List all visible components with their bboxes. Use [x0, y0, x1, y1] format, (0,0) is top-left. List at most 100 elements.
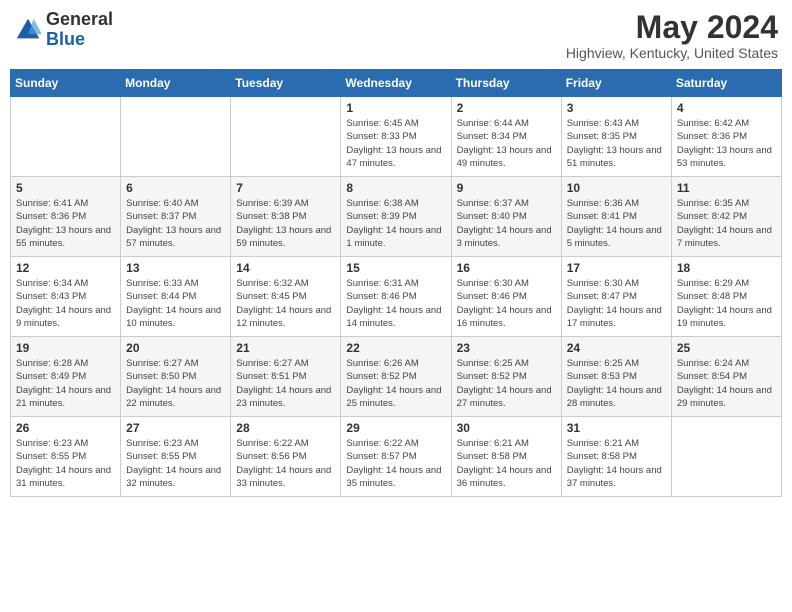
day-number: 21 [236, 341, 335, 355]
calendar-cell: 28 Sunrise: 6:22 AM Sunset: 8:56 PM Dayli… [231, 417, 341, 497]
calendar-cell: 14 Sunrise: 6:32 AM Sunset: 8:45 PM Dayli… [231, 257, 341, 337]
calendar-cell: 22Sunrise: 6:26 AM Sunset: 8:52 PM Dayli… [341, 337, 451, 417]
day-header-sunday: Sunday [11, 70, 121, 97]
day-number: 4 [677, 101, 776, 115]
calendar-cell: 17 Sunrise: 6:30 AM Sunset: 8:47 PM Dayli… [561, 257, 671, 337]
day-number: 5 [16, 181, 115, 195]
day-header-wednesday: Wednesday [341, 70, 451, 97]
day-info: Sunrise: 6:36 AM Sunset: 8:41 PM Dayligh… [567, 197, 666, 250]
day-header-saturday: Saturday [671, 70, 781, 97]
calendar-week-2: 5Sunrise: 6:41 AM Sunset: 8:36 PM Daylig… [11, 177, 782, 257]
day-number: 7 [236, 181, 335, 195]
day-number: 22 [346, 341, 445, 355]
calendar-cell: 5Sunrise: 6:41 AM Sunset: 8:36 PM Daylig… [11, 177, 121, 257]
day-info: Sunrise: 6:38 AM Sunset: 8:39 PM Dayligh… [346, 197, 445, 250]
day-number: 24 [567, 341, 666, 355]
day-number: 30 [457, 421, 556, 435]
calendar-cell: 21Sunrise: 6:27 AM Sunset: 8:51 PM Dayli… [231, 337, 341, 417]
calendar-cell: 4 Sunrise: 6:42 AM Sunset: 8:36 PM Daylig… [671, 97, 781, 177]
day-number: 3 [567, 101, 666, 115]
calendar-cell: 2Sunrise: 6:44 AM Sunset: 8:34 PM Daylig… [451, 97, 561, 177]
day-number: 11 [677, 181, 776, 195]
day-info: Sunrise: 6:39 AM Sunset: 8:38 PM Dayligh… [236, 197, 335, 250]
day-number: 15 [346, 261, 445, 275]
day-info: Sunrise: 6:22 AM Sunset: 8:56 PM Dayligh… [236, 437, 335, 490]
day-header-tuesday: Tuesday [231, 70, 341, 97]
day-header-monday: Monday [121, 70, 231, 97]
day-info: Sunrise: 6:24 AM Sunset: 8:54 PM Dayligh… [677, 357, 776, 410]
day-info: Sunrise: 6:45 AM Sunset: 8:33 PM Dayligh… [346, 117, 445, 170]
day-number: 25 [677, 341, 776, 355]
calendar-cell: 25 Sunrise: 6:24 AM Sunset: 8:54 PM Dayli… [671, 337, 781, 417]
calendar-cell: 13 Sunrise: 6:33 AM Sunset: 8:44 PM Dayli… [121, 257, 231, 337]
calendar-cell [11, 97, 121, 177]
day-number: 8 [346, 181, 445, 195]
calendar-cell: 24 Sunrise: 6:25 AM Sunset: 8:53 PM Dayli… [561, 337, 671, 417]
day-info: Sunrise: 6:30 AM Sunset: 8:46 PM Dayligh… [457, 277, 556, 330]
title-block: May 2024 Highview, Kentucky, United Stat… [566, 10, 778, 61]
calendar-cell: 12Sunrise: 6:34 AM Sunset: 8:43 PM Dayli… [11, 257, 121, 337]
day-info: Sunrise: 6:31 AM Sunset: 8:46 PM Dayligh… [346, 277, 445, 330]
calendar-cell: 20 Sunrise: 6:27 AM Sunset: 8:50 PM Dayli… [121, 337, 231, 417]
day-info: Sunrise: 6:21 AM Sunset: 8:58 PM Dayligh… [567, 437, 666, 490]
day-info: Sunrise: 6:23 AM Sunset: 8:55 PM Dayligh… [126, 437, 225, 490]
day-info: Sunrise: 6:30 AM Sunset: 8:47 PM Dayligh… [567, 277, 666, 330]
day-info: Sunrise: 6:22 AM Sunset: 8:57 PM Dayligh… [346, 437, 445, 490]
day-number: 9 [457, 181, 556, 195]
day-number: 13 [126, 261, 225, 275]
calendar-cell: 15 Sunrise: 6:31 AM Sunset: 8:46 PM Dayli… [341, 257, 451, 337]
month-year: May 2024 [566, 10, 778, 45]
day-number: 20 [126, 341, 225, 355]
day-number: 6 [126, 181, 225, 195]
calendar-cell: 18Sunrise: 6:29 AM Sunset: 8:48 PM Dayli… [671, 257, 781, 337]
day-number: 29 [346, 421, 445, 435]
day-info: Sunrise: 6:28 AM Sunset: 8:49 PM Dayligh… [16, 357, 115, 410]
calendar-cell: 3Sunrise: 6:43 AM Sunset: 8:35 PM Daylig… [561, 97, 671, 177]
calendar-cell [121, 97, 231, 177]
day-number: 27 [126, 421, 225, 435]
logo-icon [14, 16, 42, 44]
calendar-cell: 26Sunrise: 6:23 AM Sunset: 8:55 PM Dayli… [11, 417, 121, 497]
day-number: 14 [236, 261, 335, 275]
day-info: Sunrise: 6:42 AM Sunset: 8:36 PM Dayligh… [677, 117, 776, 170]
day-info: Sunrise: 6:32 AM Sunset: 8:45 PM Dayligh… [236, 277, 335, 330]
calendar-cell: 31 Sunrise: 6:21 AM Sunset: 8:58 PM Dayli… [561, 417, 671, 497]
day-number: 23 [457, 341, 556, 355]
calendar-cell: 29 Sunrise: 6:22 AM Sunset: 8:57 PM Dayli… [341, 417, 451, 497]
day-info: Sunrise: 6:25 AM Sunset: 8:52 PM Dayligh… [457, 357, 556, 410]
day-number: 17 [567, 261, 666, 275]
day-number: 19 [16, 341, 115, 355]
day-number: 1 [346, 101, 445, 115]
calendar-cell: 6 Sunrise: 6:40 AM Sunset: 8:37 PM Daylig… [121, 177, 231, 257]
day-info: Sunrise: 6:37 AM Sunset: 8:40 PM Dayligh… [457, 197, 556, 250]
logo: General Blue [14, 10, 113, 50]
calendar-header-row: SundayMondayTuesdayWednesdayThursdayFrid… [11, 70, 782, 97]
calendar-cell [671, 417, 781, 497]
day-number: 2 [457, 101, 556, 115]
calendar-week-1: 1 Sunrise: 6:45 AM Sunset: 8:33 PM Daylig… [11, 97, 782, 177]
day-number: 28 [236, 421, 335, 435]
logo-general: General Blue [46, 10, 113, 50]
day-number: 10 [567, 181, 666, 195]
day-info: Sunrise: 6:21 AM Sunset: 8:58 PM Dayligh… [457, 437, 556, 490]
calendar-cell: 23 Sunrise: 6:25 AM Sunset: 8:52 PM Dayli… [451, 337, 561, 417]
day-info: Sunrise: 6:40 AM Sunset: 8:37 PM Dayligh… [126, 197, 225, 250]
day-info: Sunrise: 6:25 AM Sunset: 8:53 PM Dayligh… [567, 357, 666, 410]
day-number: 16 [457, 261, 556, 275]
day-info: Sunrise: 6:33 AM Sunset: 8:44 PM Dayligh… [126, 277, 225, 330]
calendar-week-3: 12Sunrise: 6:34 AM Sunset: 8:43 PM Dayli… [11, 257, 782, 337]
calendar-cell [231, 97, 341, 177]
day-header-friday: Friday [561, 70, 671, 97]
calendar-table: SundayMondayTuesdayWednesdayThursdayFrid… [10, 69, 782, 497]
day-info: Sunrise: 6:35 AM Sunset: 8:42 PM Dayligh… [677, 197, 776, 250]
calendar-cell: 19 Sunrise: 6:28 AM Sunset: 8:49 PM Dayli… [11, 337, 121, 417]
location: Highview, Kentucky, United States [566, 45, 778, 61]
calendar-cell: 27 Sunrise: 6:23 AM Sunset: 8:55 PM Dayli… [121, 417, 231, 497]
calendar-cell: 30 Sunrise: 6:21 AM Sunset: 8:58 PM Dayli… [451, 417, 561, 497]
calendar-week-5: 26Sunrise: 6:23 AM Sunset: 8:55 PM Dayli… [11, 417, 782, 497]
calendar-cell: 11 Sunrise: 6:35 AM Sunset: 8:42 PM Dayli… [671, 177, 781, 257]
day-number: 31 [567, 421, 666, 435]
day-number: 12 [16, 261, 115, 275]
calendar-cell: 9 Sunrise: 6:37 AM Sunset: 8:40 PM Daylig… [451, 177, 561, 257]
day-info: Sunrise: 6:27 AM Sunset: 8:50 PM Dayligh… [126, 357, 225, 410]
